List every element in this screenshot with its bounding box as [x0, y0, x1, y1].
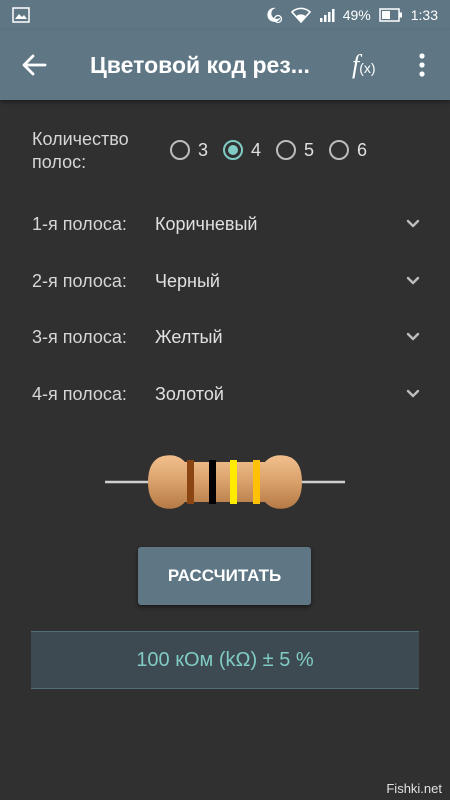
calculate-button[interactable]: РАССЧИТАТЬ — [138, 547, 311, 605]
radio-circle-icon — [329, 140, 350, 160]
image-icon — [12, 7, 30, 23]
function-icon-sub: (x) — [359, 60, 376, 76]
clock: 1:33 — [410, 7, 438, 23]
band-3-value: Желтый — [155, 327, 223, 347]
band-1-label: 1-я полоса: — [32, 214, 127, 234]
radio-circle-icon — [276, 140, 297, 160]
page-title: Цветовой код рез... — [90, 52, 310, 78]
more-vert-icon[interactable] — [412, 52, 432, 78]
band-2-value: Черный — [155, 271, 220, 291]
radio-option-3[interactable]: 3 — [170, 137, 208, 163]
radio-label: 5 — [304, 139, 315, 160]
radio-label: 4 — [251, 139, 262, 160]
resistor-band-4 — [253, 460, 260, 504]
chevron-down-icon — [406, 332, 420, 341]
resistor-body — [148, 455, 302, 509]
battery-icon — [379, 8, 402, 22]
chevron-down-icon — [406, 219, 420, 228]
signal-icon — [319, 9, 335, 22]
band-row-1: 1-я полоса: Коричневый — [32, 210, 422, 240]
function-button[interactable]: f(x) — [352, 50, 376, 80]
resistor-band-3 — [230, 460, 237, 504]
watermark: Fishki.net — [386, 781, 442, 796]
result-box: 100 кОм (kΩ) ± 5 % — [31, 631, 419, 689]
radio-circle-icon — [223, 140, 244, 160]
band-4-label: 4-я полоса: — [32, 384, 127, 404]
radio-option-6[interactable]: 6 — [329, 137, 367, 163]
band-count-label: Количество полос: — [32, 129, 129, 172]
radio-label: 3 — [198, 139, 209, 160]
battery-percent: 49% — [342, 7, 371, 23]
band-3-select[interactable]: Желтый — [155, 323, 422, 353]
wifi-icon — [290, 7, 311, 23]
radio-option-4[interactable]: 4 — [223, 137, 261, 163]
resistor-illustration — [105, 455, 345, 509]
band-count-radio-group: 3 4 5 6 — [170, 137, 382, 163]
radio-circle-icon — [170, 140, 190, 160]
resistor-band-1 — [187, 460, 194, 504]
band-4-value: Золотой — [155, 384, 224, 404]
back-arrow-icon[interactable] — [20, 51, 48, 79]
band-2-label: 2-я полоса: — [32, 271, 127, 291]
chevron-down-icon — [406, 389, 420, 398]
band-row-4: 4-я полоса: Золотой — [32, 380, 422, 410]
band-row-2: 2-я полоса: Черный — [32, 267, 422, 297]
band-row-3: 3-я полоса: Желтый — [32, 323, 422, 353]
chevron-down-icon — [406, 276, 420, 285]
band-4-select[interactable]: Золотой — [155, 380, 422, 410]
radio-option-5[interactable]: 5 — [276, 137, 314, 163]
radio-label: 6 — [357, 139, 368, 160]
result-text: 100 кОм (kΩ) ± 5 % — [136, 648, 314, 671]
band-3-label: 3-я полоса: — [32, 327, 127, 347]
band-1-value: Коричневый — [155, 214, 258, 234]
resistor-band-2 — [209, 460, 216, 504]
alarm-icon — [267, 7, 282, 24]
app-bar: Цветовой код рез... f(x) — [0, 30, 450, 100]
band-1-select[interactable]: Коричневый — [155, 210, 422, 240]
status-bar: 49% 1:33 — [0, 0, 450, 30]
band-2-select[interactable]: Черный — [155, 267, 422, 297]
